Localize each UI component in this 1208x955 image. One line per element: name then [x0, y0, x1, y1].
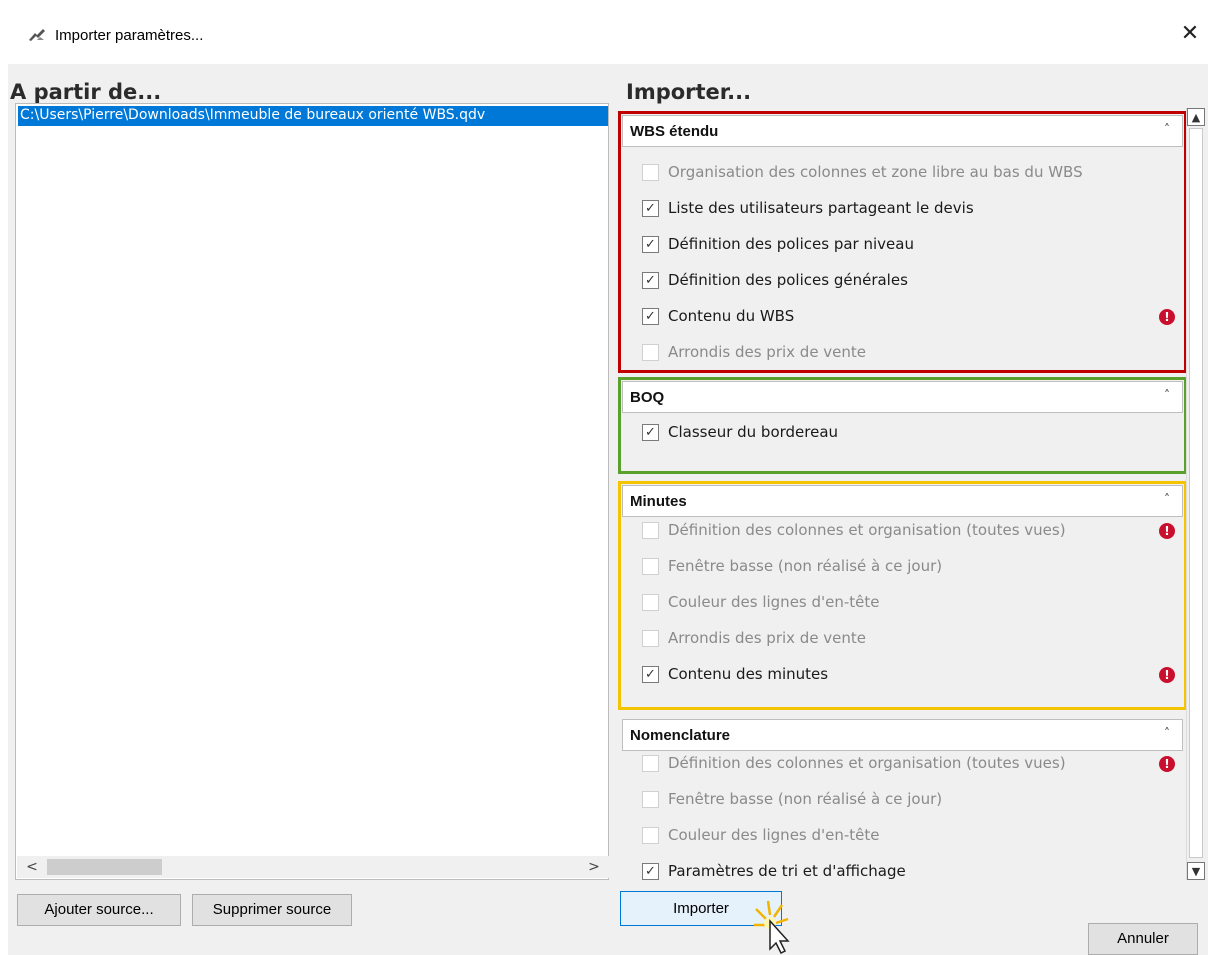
- setting-label: Organisation des colonnes et zone libre …: [668, 163, 1083, 181]
- setting-checkbox: [642, 630, 659, 647]
- setting-checkbox: [642, 791, 659, 808]
- setting-label: Paramètres de tri et d'affichage: [668, 862, 906, 880]
- setting-checkbox[interactable]: ✓: [642, 236, 659, 253]
- chevron-up-icon[interactable]: ˄: [1164, 492, 1170, 506]
- setting-checkbox[interactable]: ✓: [642, 666, 659, 683]
- setting-label: Contenu des minutes: [668, 665, 829, 683]
- vertical-scrollbar[interactable]: ▲ ▼: [1186, 108, 1205, 880]
- setting-label: Définition des colonnes et organisation …: [668, 754, 1066, 772]
- setting-checkbox: [642, 164, 659, 181]
- settings-group: WBS étendu ˄ Organisation des colonnes et …: [622, 115, 1183, 389]
- setting-label: Définition des colonnes et organisation …: [668, 521, 1066, 539]
- group-title: BOQ: [630, 389, 665, 406]
- setting-checkbox: [642, 827, 659, 844]
- setting-checkbox[interactable]: ✓: [642, 863, 659, 880]
- remove-source-button[interactable]: Supprimer source: [192, 894, 352, 926]
- setting-checkbox: [642, 594, 659, 611]
- setting-label: Arrondis des prix de vente: [668, 343, 867, 361]
- setting-checkbox[interactable]: ✓: [642, 200, 659, 217]
- warning-icon: !: [1159, 523, 1175, 539]
- scroll-up-icon[interactable]: ▲: [1187, 108, 1205, 126]
- warning-icon: !: [1159, 667, 1175, 683]
- warning-icon: !: [1159, 309, 1175, 325]
- scroll-down-icon[interactable]: ▼: [1187, 862, 1205, 880]
- setting-checkbox[interactable]: ✓: [642, 424, 659, 441]
- setting-checkbox: [642, 522, 659, 539]
- add-source-button[interactable]: Ajouter source...: [17, 894, 181, 926]
- group-title: Nomenclature: [630, 727, 731, 744]
- setting-label: Fenêtre basse (non réalisé à ce jour): [668, 790, 943, 808]
- settings-group: BOQ ˄ ✓ Classeur du bordereau: [622, 381, 1183, 469]
- group-header[interactable]: BOQ ˄: [622, 381, 1183, 413]
- setting-label: Contenu du WBS: [668, 307, 795, 325]
- setting-checkbox: [642, 558, 659, 575]
- setting-label: Fenêtre basse (non réalisé à ce jour): [668, 557, 943, 575]
- cancel-button[interactable]: Annuler: [1088, 923, 1198, 955]
- settings-group: Nomenclature ˄ Définition des colonnes et …: [622, 719, 1183, 880]
- chevron-up-icon[interactable]: ˄: [1164, 122, 1170, 136]
- settings-group: Minutes ˄ Définition des colonnes et organ…: [622, 485, 1183, 711]
- group-header[interactable]: Minutes ˄: [622, 485, 1183, 517]
- group-header[interactable]: WBS étendu ˄: [622, 115, 1183, 147]
- setting-label: Définition des polices par niveau: [668, 235, 914, 253]
- setting-label: Liste des utilisateurs partageant le dev…: [668, 199, 974, 217]
- setting-label: Définition des polices générales: [668, 271, 908, 289]
- group-title: Minutes: [630, 493, 687, 510]
- chevron-up-icon[interactable]: ˄: [1164, 726, 1170, 740]
- setting-checkbox[interactable]: ✓: [642, 272, 659, 289]
- setting-checkbox: [642, 344, 659, 361]
- setting-checkbox[interactable]: ✓: [642, 308, 659, 325]
- click-cursor-icon: [754, 900, 790, 955]
- setting-checkbox: [642, 755, 659, 772]
- setting-label: Classeur du bordereau: [668, 423, 839, 441]
- group-title: WBS étendu: [630, 123, 719, 140]
- setting-label: Arrondis des prix de vente: [668, 629, 867, 647]
- warning-icon: !: [1159, 756, 1175, 772]
- chevron-up-icon[interactable]: ˄: [1164, 388, 1170, 402]
- setting-label: Couleur des lignes d'en-tête: [668, 826, 880, 844]
- setting-label: Couleur des lignes d'en-tête: [668, 593, 880, 611]
- group-header[interactable]: Nomenclature ˄: [622, 719, 1183, 751]
- scrollbar-thumb[interactable]: [1189, 128, 1203, 858]
